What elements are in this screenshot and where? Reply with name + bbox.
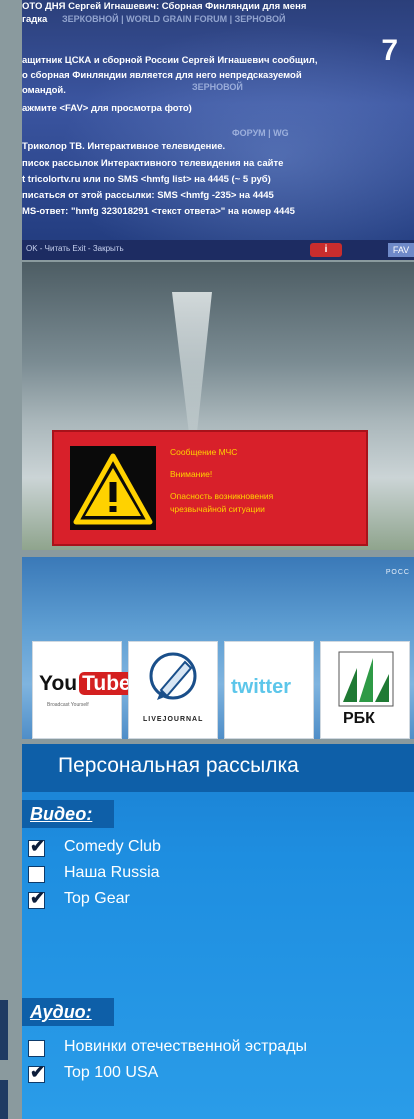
checkbox-label: Наша Russia xyxy=(64,864,160,881)
alert-title: Сообщение МЧС xyxy=(170,447,238,457)
web-apps-screen: РОСС You Tube Broadcast Yourself LIVEJOUR… xyxy=(22,557,414,739)
page-number: 7 xyxy=(381,34,398,67)
channel-logo: РОСС xyxy=(385,569,410,576)
twitter-tile[interactable]: twitter xyxy=(224,641,314,739)
livejournal-pencil-icon xyxy=(147,650,199,713)
left-accent-bar-lower xyxy=(0,1080,8,1119)
news-ticker-screen: 7 ОТО ДНЯ Сергей Игнашевич: Сборная Финл… xyxy=(22,0,414,260)
news-line: Триколор ТВ. Интерактивное телевидение. xyxy=(22,141,226,152)
youtube-tube: Tube xyxy=(79,672,134,695)
fav-button[interactable]: FAV xyxy=(388,243,414,257)
section-label: Видео: xyxy=(30,804,93,824)
forum-logo-text: ФОРУМ | WG xyxy=(232,128,289,138)
checkbox-label: Top Gear xyxy=(64,890,130,907)
news-line: писаться от этой рассылки: SMS <hmfg -23… xyxy=(22,190,274,201)
title-bar: Персональная рассылка xyxy=(22,744,414,792)
tornado-image xyxy=(172,292,212,442)
checkbox[interactable] xyxy=(28,1040,45,1057)
checkmark-icon: ✔ xyxy=(30,836,46,856)
youtube-tile[interactable]: You Tube Broadcast Yourself xyxy=(32,641,134,739)
news-line: гадка xyxy=(22,14,48,25)
youtube-you: You xyxy=(39,672,78,695)
personal-subscription-screen: Персональная рассылка Видео: ✔ Comedy Cl… xyxy=(22,744,414,1119)
rbk-icon xyxy=(337,650,395,713)
emergency-alert-screen: Сообщение МЧС Внимание! Опасность возник… xyxy=(22,262,414,550)
rbk-tile[interactable]: РБК xyxy=(320,641,410,739)
checkbox[interactable]: ✔ xyxy=(28,888,45,909)
twitter-icon: twitter xyxy=(231,676,291,698)
news-line: t tricolortv.ru или по SMS <hmfg list> н… xyxy=(22,174,271,185)
news-line: омандой. xyxy=(22,85,66,96)
alert-box: Сообщение МЧС Внимание! Опасность возник… xyxy=(52,430,368,546)
checkbox[interactable]: ✔ xyxy=(28,1062,45,1083)
alert-text-line: Опасность возникновения xyxy=(170,491,274,501)
section-header-video: Видео: xyxy=(22,800,114,828)
youtube-icon: You Tube xyxy=(39,672,134,696)
checkbox-label: Comedy Club xyxy=(64,838,161,855)
checkbox[interactable]: ✔ xyxy=(28,836,45,857)
checkmark-icon: ✔ xyxy=(30,1062,46,1082)
alert-text-line: чрезвычайной ситуации xyxy=(170,504,265,514)
background-photo xyxy=(22,0,414,260)
news-line: о сборная Финляндии является для него не… xyxy=(22,70,302,81)
checkbox-label: Top 100 USA xyxy=(64,1064,159,1081)
news-line: писок рассылок Интерактивного телевидени… xyxy=(22,158,284,169)
checkbox[interactable] xyxy=(28,866,45,883)
youtube-caption: Broadcast Yourself xyxy=(47,702,89,708)
checkmark-icon: ✔ xyxy=(30,888,46,908)
news-line: ащитник ЦСКА и сборной России Сергей Игн… xyxy=(22,55,318,66)
warning-triangle-icon xyxy=(70,446,156,530)
section-label: Аудио: xyxy=(30,1002,92,1022)
remote-control-bar: OK - Читать Exit - Закрыть i FAV xyxy=(22,240,414,260)
info-button[interactable]: i xyxy=(310,243,342,257)
alert-message: Сообщение МЧС Внимание! Опасность возник… xyxy=(170,446,273,525)
remote-hint: OK - Читать Exit - Закрыть xyxy=(26,244,124,253)
alert-attention: Внимание! xyxy=(170,469,213,479)
forum-logo-text: ЗЕРКОВНОЙ | WORLD GRAIN FORUM | ЗЕРНОВОЙ xyxy=(62,14,286,24)
rbk-caption: РБК xyxy=(343,710,375,727)
livejournal-tile[interactable]: LIVEJOURNAL xyxy=(128,641,218,739)
forum-logo-text: ЗЕРНОВОЙ xyxy=(192,82,243,92)
section-header-audio: Аудио: xyxy=(22,998,114,1026)
news-line: ажмите <FAV> для просмотра фото) xyxy=(22,103,192,114)
livejournal-caption: LIVEJOURNAL xyxy=(143,716,204,723)
checkbox-label: Новинки отечественной эстрады xyxy=(64,1038,308,1055)
news-line: MS-ответ: "hmfg 323018291 <текст ответа>… xyxy=(22,206,295,217)
left-accent-bar xyxy=(0,1000,8,1060)
page-title: Персональная рассылка xyxy=(58,754,299,777)
news-line: ОТО ДНЯ Сергей Игнашевич: Сборная Финлян… xyxy=(22,1,307,12)
